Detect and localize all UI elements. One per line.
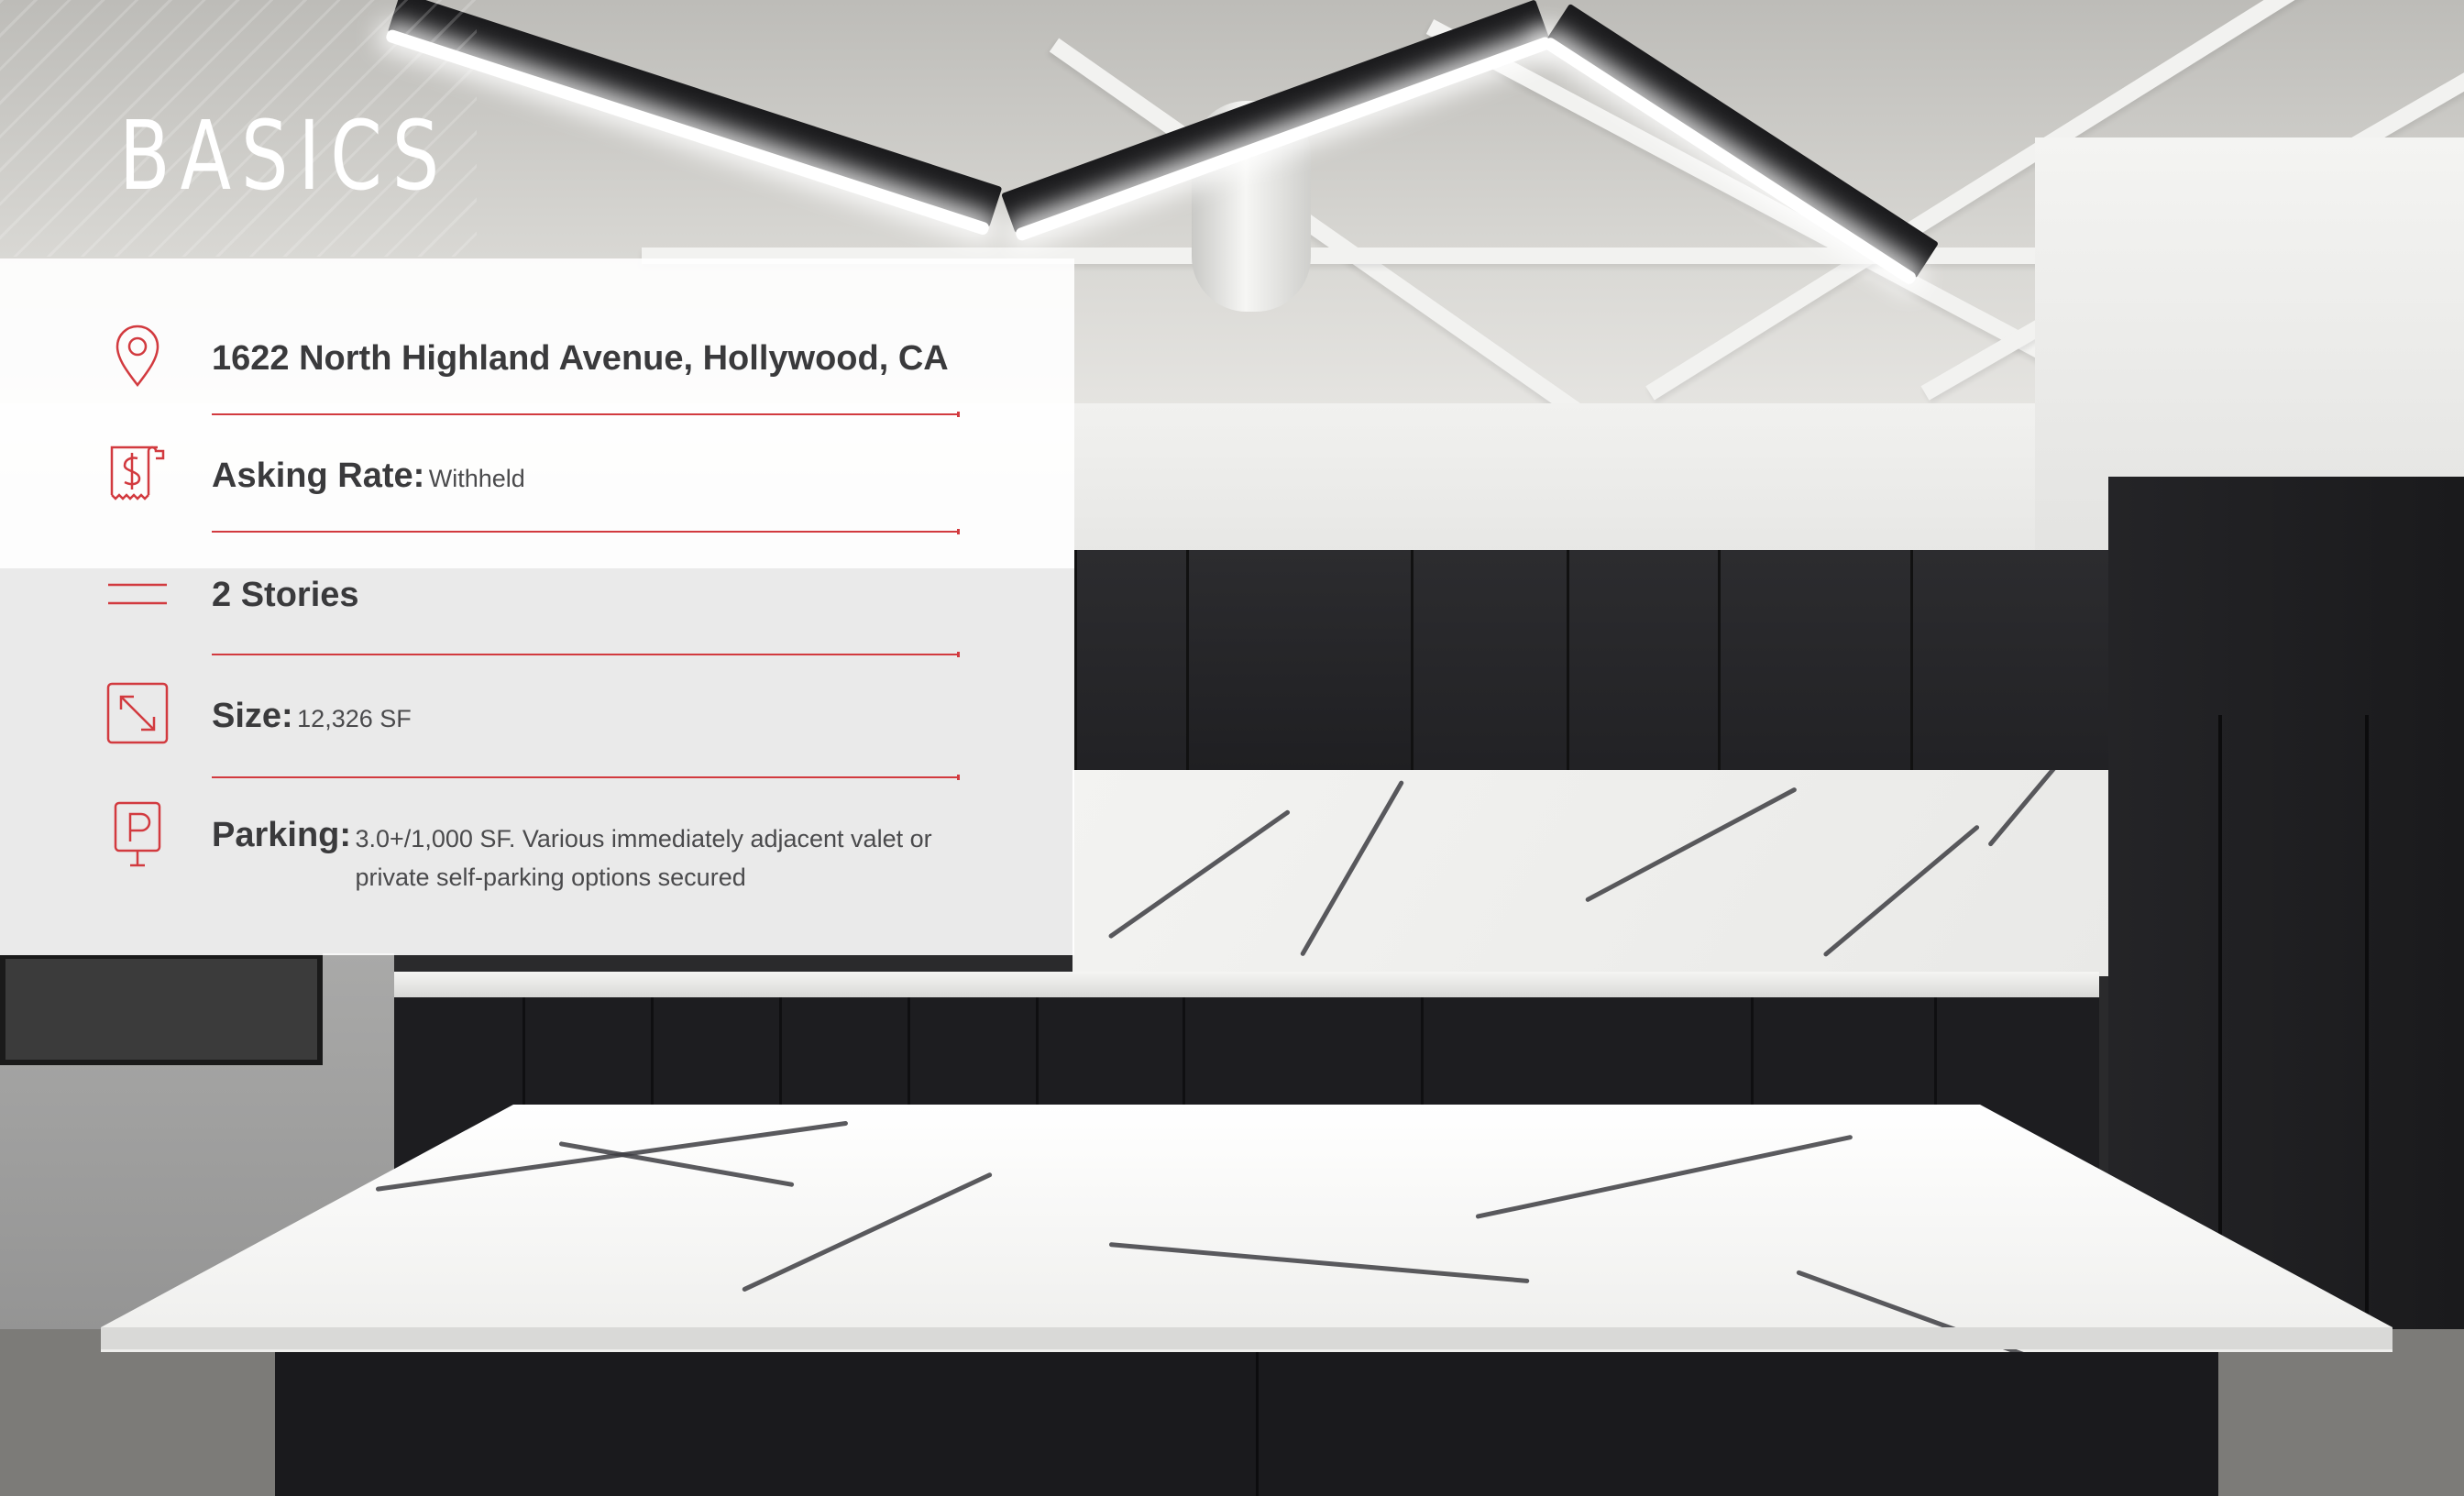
address-label: 1622 North Highland Avenue, Hollywood, C… <box>212 339 949 378</box>
receipt-dollar-icon <box>103 438 172 508</box>
upper-cabinet <box>1186 550 1414 770</box>
location-pin-icon <box>103 321 172 390</box>
size-value: 12,326 SF <box>297 705 412 732</box>
parking-label: Parking: <box>212 816 352 854</box>
window <box>0 953 323 1065</box>
stories-lines-icon <box>103 557 172 627</box>
parking-sign-icon <box>103 799 172 869</box>
stories-label: 2 Stories <box>212 576 359 614</box>
marble-backsplash <box>1072 770 2108 976</box>
asking-rate-value: Withheld <box>428 465 525 492</box>
island-base <box>275 1349 2218 1496</box>
asking-rate-label: Asking Rate: <box>212 456 425 495</box>
parking-value: 3.0+/1,000 SF. Various immediately adjac… <box>355 825 932 891</box>
divider <box>212 652 960 657</box>
marble-island-top <box>101 1105 2392 1352</box>
back-counter <box>394 972 2099 997</box>
page-title: BASICS <box>119 100 450 212</box>
size-label: Size: <box>212 697 293 735</box>
size-arrow-icon <box>103 678 172 748</box>
details-card: 1622 North Highland Avenue, Hollywood, C… <box>0 258 1074 955</box>
island-edge <box>101 1327 2392 1349</box>
divider <box>212 775 960 780</box>
divider <box>212 529 960 534</box>
divider <box>212 412 960 417</box>
